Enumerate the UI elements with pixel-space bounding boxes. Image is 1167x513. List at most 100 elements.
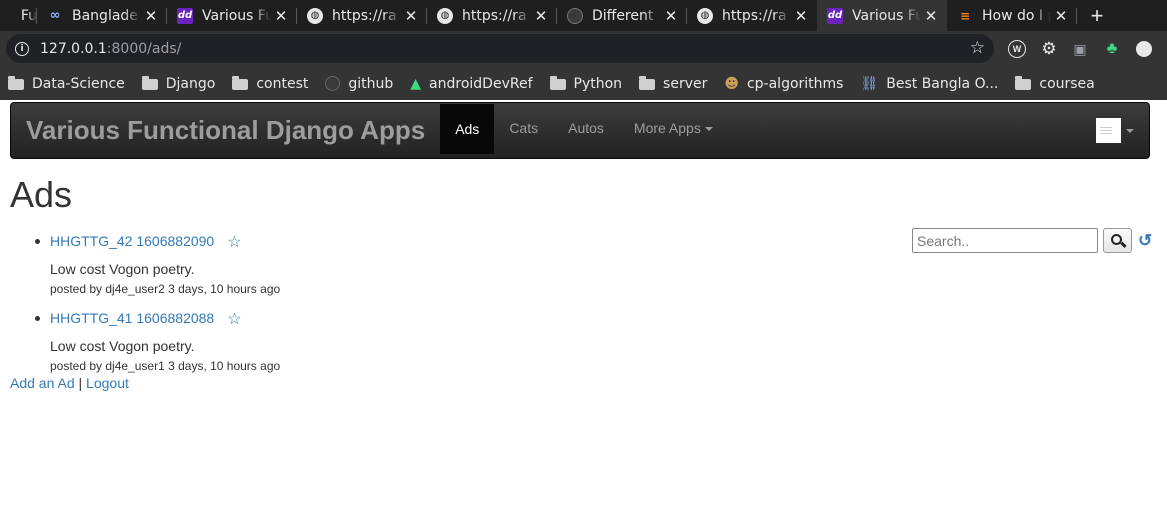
search-form: ↺ [912,228,1152,253]
search-button[interactable] [1103,228,1132,253]
browser-tabstrip: Fu ∞ Banglade ✕ dd Various Fu ✕ ◍ https:… [0,0,1167,31]
bookmark-item[interactable]: server [639,76,707,92]
url-host: 127.0.0.1 [40,40,107,57]
bookmark-label: contest [256,75,309,92]
ad-meta: posted by dj4e_user1 3 days, 10 hours ag… [50,359,281,373]
bookmark-item[interactable]: ▲ androidDevRef [410,76,532,92]
bookmark-item[interactable]: Django [141,75,216,92]
ad-text: Low cost Vogon poetry. [50,261,195,277]
stackoverflow-icon: ≡ [959,8,971,23]
page-title: Ads [10,174,73,215]
infinity-icon: ∞ [49,8,61,23]
cp-algorithms-icon: ☻ [724,75,739,92]
ad-title-link[interactable]: HHGTTG_42 1606882090 [50,233,214,249]
folder-icon [639,76,656,90]
close-icon[interactable]: ✕ [141,7,161,25]
link-icon: ⛓ [860,75,879,92]
list-item: HHGTTG_41 1606882088 ☆ Low cost Vogon poe… [35,307,280,373]
favorite-star-icon[interactable]: ☆ [227,309,241,329]
close-icon[interactable]: ✕ [791,7,811,25]
bookmark-item[interactable]: ⛓ Best Bangla O... [860,76,998,92]
dd-icon: dd [177,7,193,24]
site-navbar: Various Functional Django Apps Ads Cats … [10,102,1150,159]
tab-title: https://ra [462,7,527,24]
bookmarks-bar: Data-Science Django contest github ▲ andr… [0,67,1167,100]
gear-icon[interactable]: ⚙ [1040,39,1058,58]
tab-title: Fu [20,7,37,24]
android-icon: ▲ [410,75,422,92]
browser-tab[interactable]: dd Various Fu ✕ [167,0,297,31]
close-icon[interactable]: ✕ [661,7,681,25]
logout-link[interactable]: Logout [86,375,129,391]
address-bar[interactable]: i 127.0.0.1:8000/ads/ ☆ [6,34,994,63]
url-text[interactable]: 127.0.0.1:8000/ads/ [40,41,181,57]
close-icon[interactable]: ✕ [401,7,421,25]
browser-tab[interactable]: Different ✕ [557,0,687,31]
browser-tab[interactable]: ◍ https://ra ✕ [427,0,557,31]
globe-icon: ◍ [307,7,323,24]
browser-tab[interactable]: ◍ https://ra ✕ [297,0,427,31]
folder-icon [549,76,566,90]
tree-icon[interactable]: ♣ [1103,40,1121,58]
browser-tab-active[interactable]: dd Various Fu ✕ [817,0,947,31]
reader-icon[interactable]: ▣ [1071,40,1089,58]
browser-tab[interactable]: Fu [0,0,37,31]
bookmark-label: Data-Science [32,75,125,92]
ad-text: Low cost Vogon poetry. [50,338,195,354]
github-icon[interactable] [1136,41,1152,57]
new-tab-button[interactable]: + [1077,0,1117,31]
list-item: HHGTTG_42 1606882090 ☆ Low cost Vogon poe… [35,230,280,296]
ad-list: HHGTTG_42 1606882090 ☆ Low cost Vogon poe… [35,230,280,384]
tab-title: Various Fu [852,7,921,24]
caret-down-icon [1126,128,1134,133]
close-icon[interactable]: ✕ [921,7,941,25]
search-input[interactable] [912,228,1098,253]
close-icon[interactable]: ✕ [271,7,291,25]
link-separator: | [78,375,83,391]
bookmark-label: coursea [1039,75,1095,92]
tab-title: https://ra [722,7,787,24]
site-brand[interactable]: Various Functional Django Apps [11,103,440,158]
tab-title: Various Fu [202,7,271,24]
extension-w-icon[interactable]: W [1008,40,1026,58]
browser-toolbar: i 127.0.0.1:8000/ads/ ☆ W ⚙ ▣ ♣ [0,31,1167,67]
bookmark-label: server [663,75,708,92]
caret-down-icon [704,127,713,132]
folder-icon [141,76,158,90]
bookmark-item[interactable]: coursea [1015,75,1095,92]
bookmark-item[interactable]: Python [549,75,623,92]
tab-title: Different [592,7,654,24]
github-icon [567,7,583,24]
bookmark-star-icon[interactable]: ☆ [970,38,985,58]
bookmark-item[interactable]: contest [232,76,308,92]
undo-icon[interactable]: ↺ [1138,231,1152,251]
folder-icon [232,76,249,90]
browser-tab[interactable]: ≡ How do I p ✕ [947,0,1077,31]
bookmark-item[interactable]: Data-Science [8,76,125,92]
add-ad-link[interactable]: Add an Ad [10,375,75,391]
bookmark-label: github [348,75,394,92]
browser-tab[interactable]: ∞ Banglade ✕ [37,0,167,31]
url-path: :8000/ads/ [106,40,182,57]
favorite-star-icon[interactable]: ☆ [227,232,241,252]
tab-title: https://ra [332,7,397,24]
globe-icon: ◍ [697,7,713,24]
close-icon[interactable]: ✕ [531,7,551,25]
folder-icon [1015,76,1032,90]
nav-cats[interactable]: Cats [494,103,553,158]
ad-title-link[interactable]: HHGTTG_41 1606882088 [50,310,214,326]
user-menu[interactable] [1096,118,1134,143]
avatar [1096,118,1121,143]
bookmark-label: Python [573,75,623,92]
bookmark-label: Django [165,75,216,92]
nav-autos[interactable]: Autos [553,103,619,158]
browser-tab[interactable]: ◍ https://ra ✕ [687,0,817,31]
nav-more-apps[interactable]: More Apps [619,103,728,158]
bookmark-label: Best Bangla O... [886,75,999,92]
bookmark-item[interactable]: github [325,76,393,92]
bookmark-item[interactable]: ☻ cp-algorithms [724,76,843,92]
close-icon[interactable]: ✕ [1051,7,1071,25]
tab-title: How do I p [982,7,1051,24]
nav-ads[interactable]: Ads [440,104,495,154]
info-icon[interactable]: i [15,41,29,56]
